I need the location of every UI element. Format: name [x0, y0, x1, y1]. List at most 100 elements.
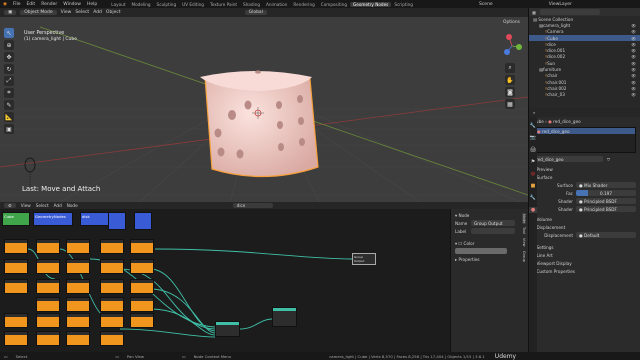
outliner-filter-icon[interactable]: ▦ [532, 10, 536, 15]
select-tool-icon[interactable]: ↖ [4, 28, 14, 38]
3d-viewport[interactable]: User Perspective (1) camera_light | Cube… [0, 17, 528, 202]
section-line-art[interactable]: ▸ Line Art [529, 251, 640, 259]
material-slot-list[interactable]: ● red_dice_geo [533, 127, 636, 153]
geometry-node[interactable] [66, 297, 90, 312]
outliner-item[interactable]: ▿ Cube 👁 [529, 34, 640, 42]
tab-texture-paint[interactable]: Texture Paint [207, 2, 240, 7]
outliner-item[interactable]: ▿ chair_03 👁 [529, 92, 640, 98]
geometry-node[interactable] [100, 259, 124, 274]
scene-selector[interactable]: Scene [476, 2, 496, 7]
sidebar-tab-node[interactable]: Node [522, 213, 526, 225]
options-button[interactable]: Options [503, 20, 520, 25]
add-cube-tool-icon[interactable]: ▣ [4, 124, 14, 134]
geometry-node[interactable] [66, 239, 90, 254]
scene-tab-icon[interactable]: ⚑ [529, 159, 537, 165]
object-mode-dropdown[interactable]: Object Mode [20, 10, 57, 15]
geometry-node[interactable] [4, 259, 28, 274]
blender-logo-icon[interactable]: ◉ [0, 2, 10, 7]
geometry-node[interactable] [36, 313, 60, 328]
tab-modeling[interactable]: Modeling [128, 2, 153, 7]
render-tab-icon[interactable]: 📷 [529, 135, 537, 141]
geometry-node[interactable] [4, 313, 28, 328]
tab-animation[interactable]: Animation [263, 2, 290, 7]
node-tree-selector[interactable]: dice [232, 203, 273, 208]
section-viewport-display[interactable]: ▸ Viewport Display [529, 259, 640, 267]
geometry-node[interactable] [130, 259, 154, 274]
visibility-eye-icon[interactable]: 👁 [631, 80, 636, 85]
node-menu-add[interactable]: Add [54, 203, 62, 208]
outliner-item[interactable]: ▤ camera_light 👁 [529, 22, 640, 28]
node-editor-canvas[interactable]: Cube GeometryNodes disk Group Output [0, 209, 450, 352]
section-preview[interactable]: ▸ Preview [529, 165, 640, 173]
realize-node[interactable] [272, 307, 297, 327]
viewport-menu-add[interactable]: Add [93, 10, 102, 15]
section-volume[interactable]: ▸ Volume [529, 215, 640, 223]
group-output-node[interactable]: Group Output [352, 253, 376, 265]
fac-slider[interactable]: 0.197 [576, 190, 636, 196]
visibility-eye-icon[interactable]: 👁 [631, 92, 636, 97]
world-tab-icon[interactable]: ◍ [529, 171, 537, 177]
geometry-node[interactable] [36, 239, 60, 254]
geometry-node[interactable] [130, 313, 154, 328]
editor-type-icon[interactable]: ▣ [4, 10, 17, 15]
visibility-eye-icon[interactable]: 👁 [631, 42, 636, 47]
outliner-item[interactable]: ▿ chair.002 👁 [529, 85, 640, 91]
node-menu-node[interactable]: Node [67, 203, 78, 208]
geometry-node[interactable] [4, 279, 28, 294]
material-tab-icon[interactable]: ● [529, 207, 537, 213]
breadcrumb-cube[interactable]: Cube [2, 212, 30, 226]
visibility-eye-icon[interactable]: 👁 [631, 67, 636, 72]
tab-sculpting[interactable]: Sculpting [154, 2, 180, 7]
visibility-eye-icon[interactable]: 👁 [631, 36, 636, 41]
geometry-node[interactable] [4, 331, 28, 346]
geometry-node[interactable] [36, 279, 60, 294]
geometry-node[interactable] [36, 331, 60, 346]
viewport-menu-view[interactable]: View [61, 10, 72, 15]
grid-view-icon[interactable]: ▦ [505, 99, 515, 109]
geometry-node[interactable] [100, 313, 124, 328]
geometry-node[interactable] [36, 297, 60, 312]
last-operation-panel[interactable]: Last: Move and Attach [22, 185, 100, 193]
zoom-icon[interactable]: ⌕ [505, 63, 515, 73]
camera-view-icon[interactable]: ◙ [505, 87, 515, 97]
tab-rendering[interactable]: Rendering [290, 2, 317, 7]
dice-object[interactable] [200, 70, 319, 178]
tool-tab-icon[interactable]: 🔧 [529, 123, 537, 129]
section-displacement[interactable]: ▾ Displacement [529, 223, 640, 231]
modifier-tab-icon[interactable]: 🔧 [529, 195, 537, 201]
outliner-item[interactable]: ▿ dice.002 👁 [529, 54, 640, 60]
node-label-field[interactable] [471, 228, 515, 234]
displacement-field[interactable]: ● Default [576, 232, 636, 238]
material-field[interactable]: red_dice_geo [533, 156, 603, 162]
props-search-icon[interactable]: ⌕ [533, 110, 535, 115]
section-settings[interactable]: ▸ Settings [529, 243, 640, 251]
breadcrumb-node-5[interactable] [134, 212, 152, 230]
breadcrumb-node-4[interactable] [108, 212, 126, 230]
sidebar-tab-view[interactable]: View [522, 237, 526, 248]
measure-tool-icon[interactable]: 📐 [4, 112, 14, 122]
viewport-menu-object[interactable]: Object [106, 10, 121, 15]
shield-icon[interactable]: ⛉ [607, 157, 610, 162]
cursor-tool-icon[interactable]: ⊕ [4, 40, 14, 50]
geometry-node[interactable] [100, 239, 124, 254]
move-tool-icon[interactable]: ✥ [4, 52, 14, 62]
sidebar-tab-group[interactable]: Group [522, 250, 526, 263]
visibility-eye-icon[interactable]: 👁 [631, 23, 636, 28]
tab-scripting[interactable]: Scripting [391, 2, 416, 7]
geometry-node[interactable] [130, 279, 154, 294]
properties-row[interactable]: ▸ Properties [451, 255, 528, 263]
geometry-node[interactable] [36, 259, 60, 274]
viewport-menu-select[interactable]: Select [75, 10, 89, 15]
visibility-eye-icon[interactable]: 👁 [631, 73, 636, 78]
visibility-eye-icon[interactable]: 👁 [631, 54, 636, 59]
outliner-item[interactable]: ▿ Sun 👁 [529, 60, 640, 66]
geometry-node[interactable] [4, 239, 28, 254]
menu-window[interactable]: Window [60, 2, 84, 7]
node-name-field[interactable]: Group Output [471, 220, 515, 226]
rotate-tool-icon[interactable]: ↻ [4, 64, 14, 74]
node-menu-view[interactable]: View [21, 203, 31, 208]
geometry-node[interactable] [66, 259, 90, 274]
tab-layout[interactable]: Layout [108, 2, 128, 7]
annotate-tool-icon[interactable]: ✎ [4, 100, 14, 110]
geometry-node[interactable] [66, 279, 90, 294]
